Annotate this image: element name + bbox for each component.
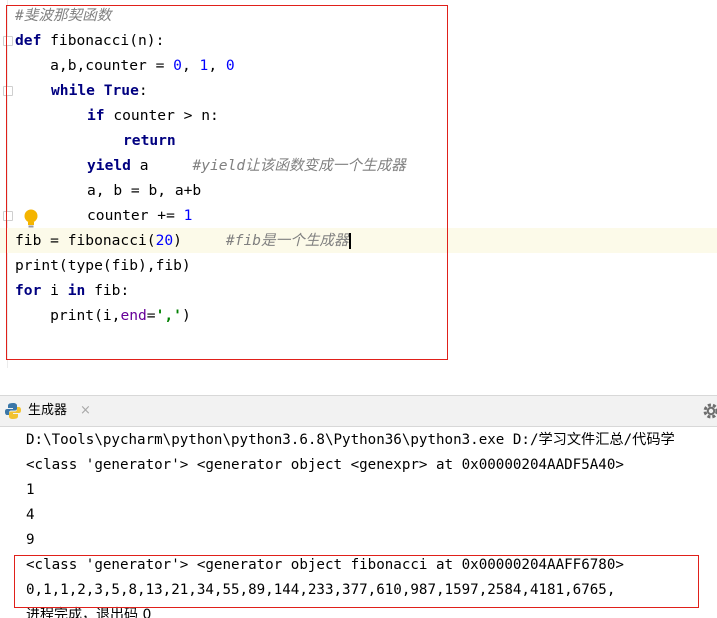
code-line-4[interactable]: while True: bbox=[51, 78, 717, 103]
comment: #fib是一个生成器 bbox=[225, 232, 349, 249]
run-tool-window-header: 生成器 × bbox=[0, 396, 717, 427]
close-icon[interactable]: × bbox=[80, 396, 91, 426]
code-text: a, b = b, a+b bbox=[87, 182, 202, 199]
code-text: i bbox=[41, 282, 68, 299]
code-text: fibonacci(n): bbox=[41, 32, 165, 49]
python-icon bbox=[5, 403, 21, 419]
text-caret bbox=[348, 233, 351, 249]
code-text: fib = fibonacci( bbox=[15, 232, 156, 249]
code-line-5[interactable]: if counter > n: bbox=[87, 103, 717, 128]
console-line: <class 'generator'> <generator object fi… bbox=[26, 557, 624, 573]
keyword-for: for bbox=[15, 282, 42, 299]
number: 1 bbox=[183, 207, 193, 224]
code-line-2[interactable]: def fibonacci(n): bbox=[15, 28, 717, 53]
code-text: , bbox=[208, 57, 226, 74]
console-line: 9 bbox=[26, 532, 35, 548]
code-text: counter > n: bbox=[104, 107, 219, 124]
keyword-yield: yield bbox=[87, 157, 131, 174]
code-line-8[interactable]: a, b = b, a+b bbox=[87, 178, 717, 203]
fold-icon[interactable] bbox=[3, 36, 13, 46]
gear-icon[interactable] bbox=[702, 402, 717, 420]
console-line: 4 bbox=[26, 507, 35, 523]
string-literal: ',' bbox=[155, 307, 182, 324]
code-text: print(i, bbox=[15, 307, 121, 324]
console-line: 0,1,1,2,3,5,8,13,21,34,55,89,144,233,377… bbox=[26, 582, 616, 598]
code-line-12[interactable]: for i in fib: bbox=[15, 278, 717, 303]
code-text: ) bbox=[173, 232, 226, 249]
run-tab[interactable]: 生成器 × bbox=[0, 396, 100, 426]
lightbulb-icon[interactable] bbox=[22, 208, 40, 230]
number: 0 bbox=[173, 57, 182, 74]
console-line-exit: 进程完成，退出码 0 bbox=[26, 607, 152, 618]
code-text: : bbox=[138, 82, 148, 99]
code-line-10[interactable]: fib = fibonacci(20) #fib是一个生成器 bbox=[0, 228, 717, 253]
code-line-3[interactable]: a,b,counter = 0, 1, 0 bbox=[15, 53, 717, 78]
code-line-6[interactable]: return bbox=[123, 128, 717, 153]
keyword-if: if bbox=[87, 107, 105, 124]
code-line-11[interactable]: print(type(fib),fib) bbox=[15, 253, 717, 278]
editor-gutter bbox=[7, 0, 8, 368]
code-text: a bbox=[130, 157, 193, 174]
keyword-return: return bbox=[123, 132, 176, 149]
code-text: fib: bbox=[85, 282, 130, 299]
run-console[interactable]: D:\Tools\pycharm\python\python3.6.8\Pyth… bbox=[0, 427, 717, 618]
keyword-true: True bbox=[103, 82, 139, 99]
console-line: 1 bbox=[26, 482, 35, 498]
keyword-while: while bbox=[51, 82, 95, 99]
number: 20 bbox=[155, 232, 174, 249]
number: 0 bbox=[225, 57, 235, 74]
fold-icon[interactable] bbox=[3, 211, 13, 221]
code-text: ) bbox=[181, 307, 191, 324]
console-line: <class 'generator'> <generator object <g… bbox=[26, 457, 624, 473]
number: 1 bbox=[199, 57, 209, 74]
keyword-in: in bbox=[67, 282, 86, 299]
console-line-command: D:\Tools\pycharm\python\python3.6.8\Pyth… bbox=[26, 432, 675, 448]
keyword-argument: end bbox=[120, 307, 147, 324]
code-line-13[interactable]: print(i,end=',') bbox=[15, 303, 717, 328]
code-text: counter += bbox=[87, 207, 184, 224]
code-line-7[interactable]: yield a #yield让该函数变成一个生成器 bbox=[87, 153, 717, 178]
code-text: print(type(fib),fib) bbox=[15, 257, 191, 274]
code-line-9[interactable]: counter += 1 bbox=[87, 203, 717, 228]
comment: #斐波那契函数 bbox=[15, 7, 112, 24]
run-tab-label: 生成器 bbox=[28, 403, 68, 418]
comment: #yield让该函数变成一个生成器 bbox=[192, 157, 406, 174]
code-editor[interactable]: #斐波那契函数 def fibonacci(n): a,b,counter = … bbox=[0, 0, 717, 368]
code-text: , bbox=[181, 57, 200, 74]
fold-icon[interactable] bbox=[3, 86, 13, 96]
code-text: a,b,counter = bbox=[15, 57, 174, 74]
keyword-def: def bbox=[15, 32, 42, 49]
code-text: = bbox=[146, 307, 156, 324]
code-line-1[interactable]: #斐波那契函数 bbox=[15, 3, 717, 28]
